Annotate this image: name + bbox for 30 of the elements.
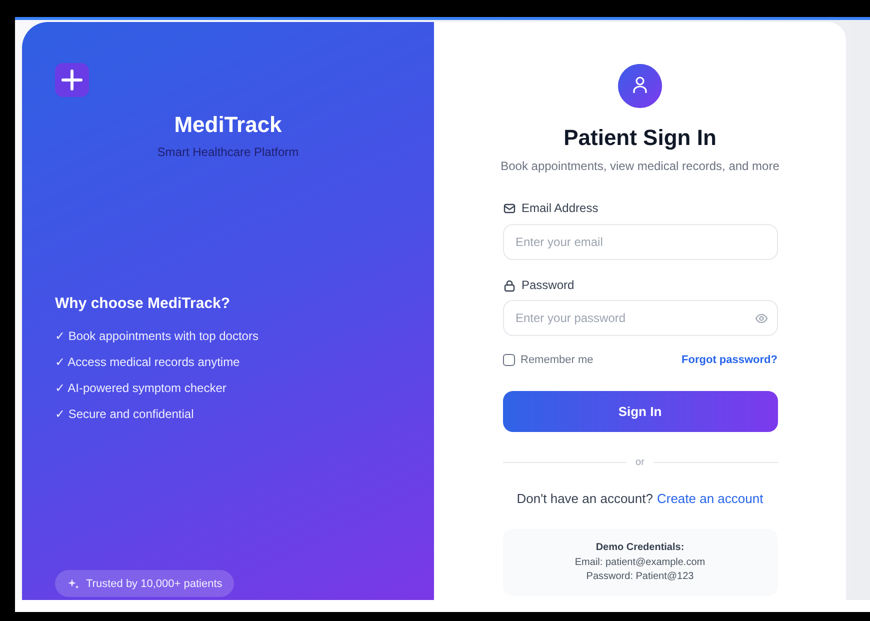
demo-title: Demo Credentials:	[596, 541, 684, 554]
feature-item: ✓ Access medical records anytime	[55, 354, 240, 370]
brand-name: MediTrack	[174, 112, 282, 138]
field-label: Email Address	[522, 200, 598, 216]
eye-icon[interactable]	[754, 312, 768, 324]
badge-text: Trusted by 10,000+ patients	[86, 578, 222, 590]
feature-item: ✓ Secure and confidential	[55, 406, 194, 422]
form-title: Patient Sign In	[564, 124, 716, 152]
field-label: Password	[522, 277, 574, 293]
user-avatar-icon	[618, 64, 662, 108]
divider-text: or	[636, 456, 644, 468]
password-field[interactable]: Enter your password	[502, 300, 778, 336]
remember-checkbox[interactable]	[502, 354, 514, 366]
create-account-link[interactable]: Create an account	[656, 490, 764, 508]
lock-icon	[502, 278, 516, 292]
features-heading: Why choose MediTrack?	[55, 294, 230, 314]
feature-item: ✓ Book appointments with top doctors	[55, 328, 258, 344]
sparkle-icon	[67, 578, 79, 590]
demo-line: Password: Patient@123	[586, 570, 694, 584]
remember-label: Remember me	[520, 354, 594, 366]
plus-logo-icon	[55, 63, 89, 97]
form-subtitle: Book appointments, view medical records, and more	[500, 158, 780, 174]
forgot-password-link[interactable]: Forgot password?	[682, 354, 778, 366]
brand-tagline: Smart Healthcare Platform	[157, 144, 299, 160]
signup-prompt: Don't have an account?	[516, 490, 653, 508]
sign-in-button[interactable]: Sign In	[502, 391, 778, 432]
email-field[interactable]: Enter your email	[502, 224, 778, 260]
demo-line: Email: patient@example.com	[574, 556, 706, 569]
feature-item: ✓ AI-powered symptom checker	[55, 380, 226, 396]
mail-icon	[502, 202, 516, 214]
